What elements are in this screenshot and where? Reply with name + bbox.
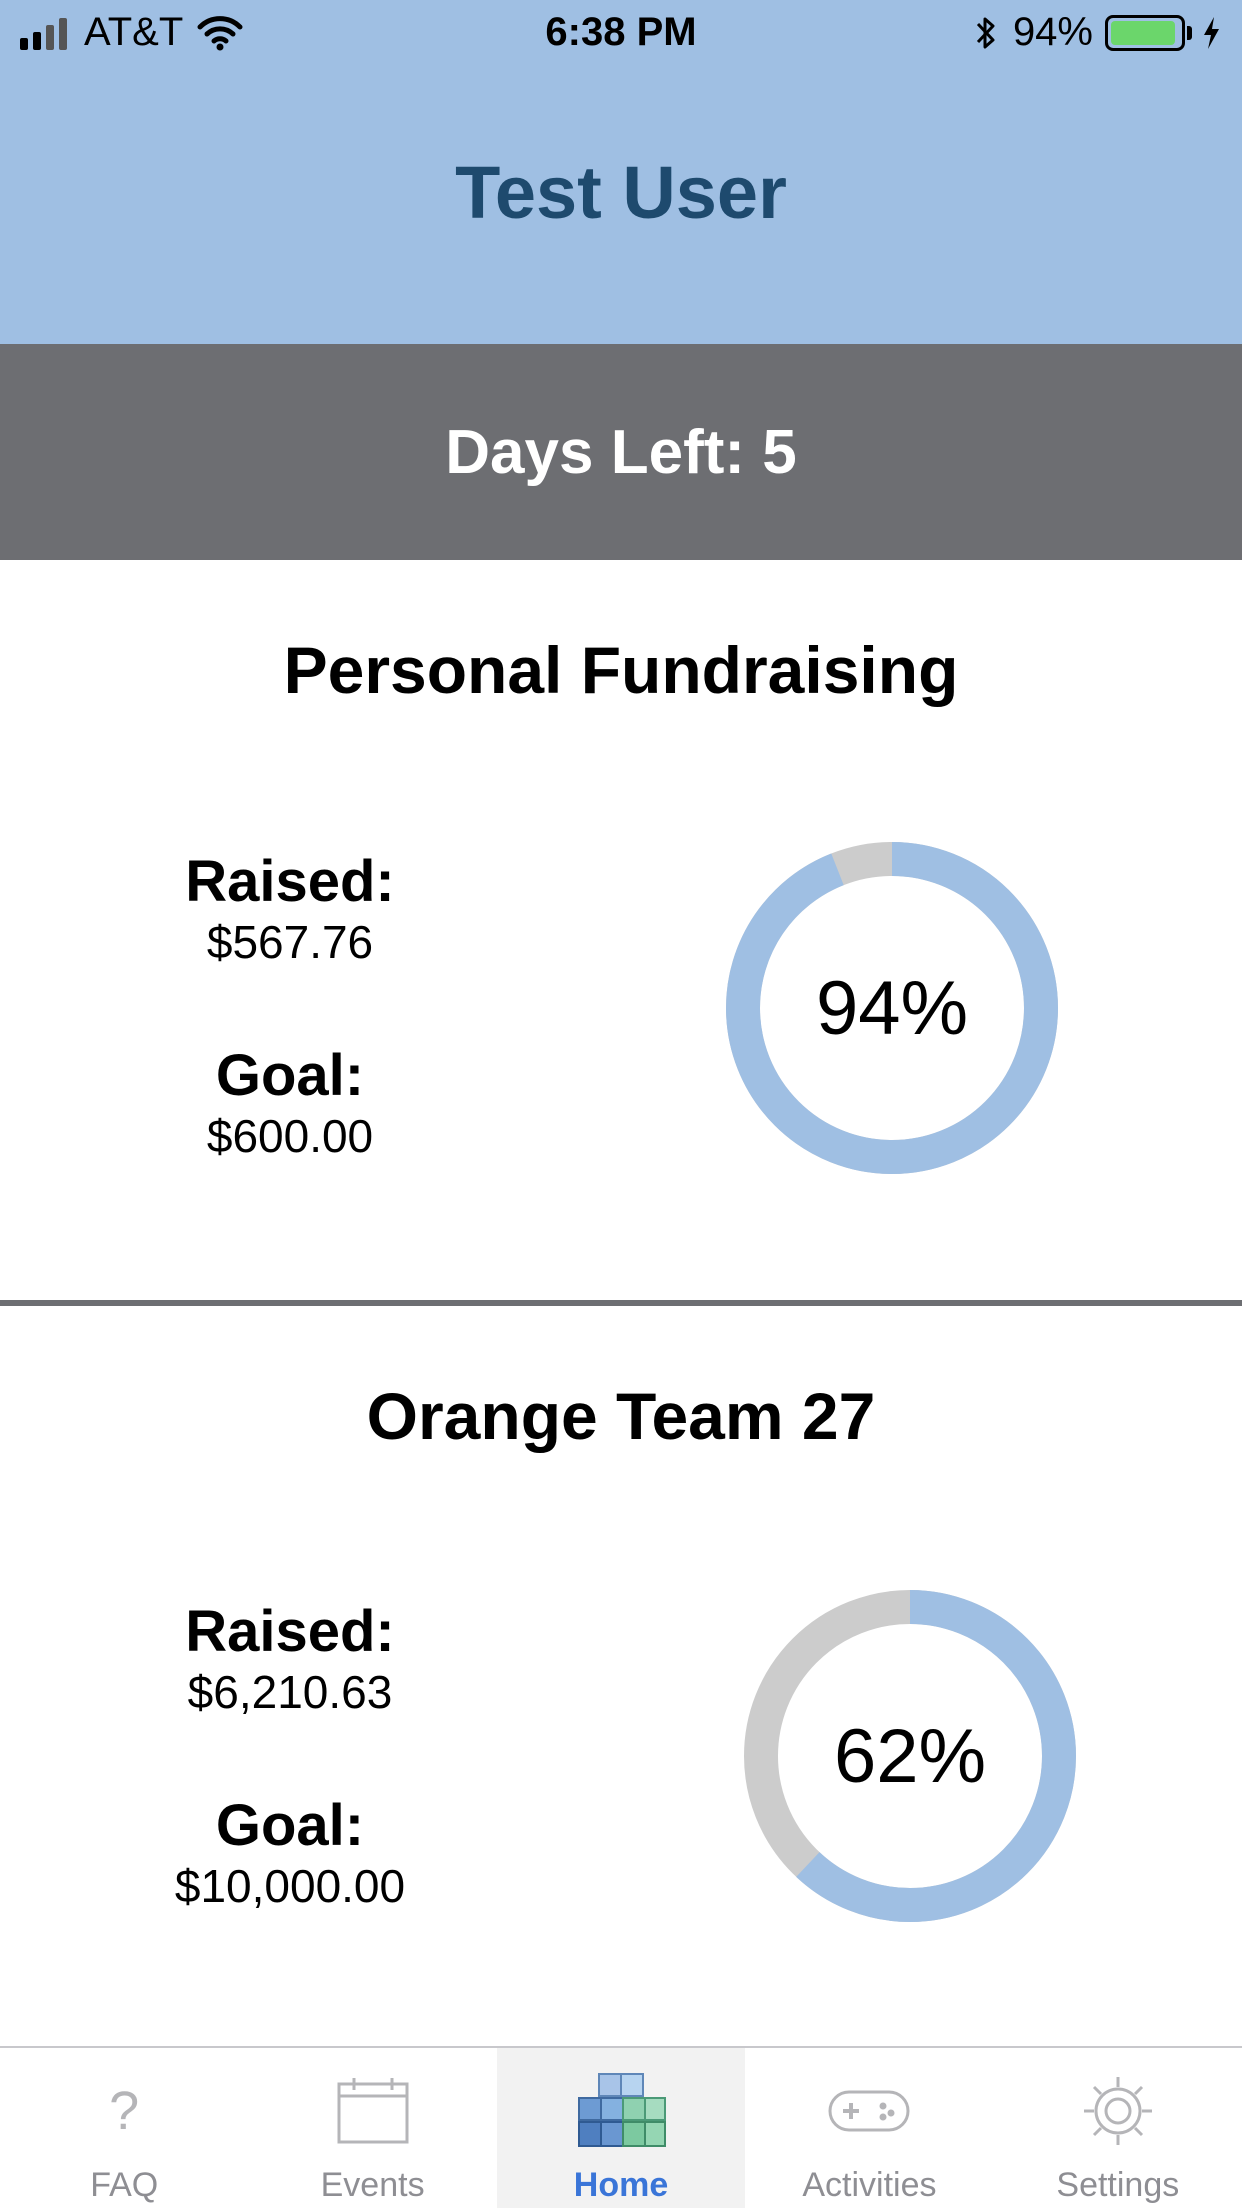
- team-fundraising-section: Orange Team 27 Raised: $6,210.63 Goal: $…: [0, 1306, 1242, 2046]
- status-bar: AT&T 6:38 PM 94%: [0, 0, 1242, 66]
- raised-label: Raised:: [185, 849, 395, 914]
- goal-value: $600.00: [206, 1110, 374, 1162]
- personal-percent: 94%: [815, 965, 969, 1051]
- raised-label: Raised:: [185, 1599, 395, 1664]
- tab-label: Activities: [802, 2166, 937, 2204]
- personal-goal: Goal: $600.00: [90, 1044, 490, 1164]
- goal-value: $10,000.00: [174, 1860, 406, 1912]
- tab-label: Events: [320, 2166, 425, 2204]
- blocks-icon: [497, 2066, 745, 2156]
- team-percent: 62%: [833, 1713, 987, 1799]
- charging-bolt-icon: [1204, 16, 1219, 49]
- tab-label: Home: [573, 2166, 669, 2204]
- tab-activities[interactable]: Activities: [745, 2048, 993, 2208]
- battery-percent: 94%: [1012, 10, 1093, 54]
- section-title-team: Orange Team 27: [366, 1379, 876, 1453]
- section-title-personal: Personal Fundraising: [283, 633, 959, 707]
- tab-bar: ? FAQ Events Home Activities Settings: [0, 2046, 1242, 2208]
- tab-home[interactable]: Home: [496, 2048, 746, 2208]
- tab-settings[interactable]: Settings: [994, 2048, 1242, 2208]
- personal-progress-ring: 94%: [726, 842, 1058, 1174]
- app-header: AT&T 6:38 PM 94% Test User: [0, 0, 1242, 344]
- gamepad-icon: [745, 2066, 993, 2156]
- tab-label: FAQ: [90, 2166, 159, 2204]
- team-progress-ring: 62%: [744, 1590, 1076, 1922]
- team-raised: Raised: $6,210.63: [90, 1600, 490, 1720]
- days-left-text: Days Left: 5: [445, 417, 797, 487]
- raised-value: $6,210.63: [187, 1666, 393, 1718]
- battery-tip: [1187, 25, 1192, 40]
- goal-label: Goal:: [215, 1043, 365, 1108]
- personal-raised: Raised: $567.76: [90, 850, 490, 970]
- tab-events[interactable]: Events: [248, 2048, 496, 2208]
- tab-faq[interactable]: ? FAQ: [0, 2048, 248, 2208]
- battery-level: [1111, 20, 1175, 45]
- days-left-banner: Days Left: 5: [0, 344, 1242, 560]
- status-right: 94%: [973, 10, 1222, 55]
- personal-fundraising-section: Personal Fundraising Raised: $567.76 Goa…: [0, 560, 1242, 1300]
- gear-icon: [994, 2066, 1242, 2156]
- team-goal: Goal: $10,000.00: [90, 1794, 490, 1914]
- bluetooth-icon: [976, 17, 995, 48]
- question-icon: ?: [109, 2081, 140, 2141]
- calendar-icon: [248, 2066, 496, 2156]
- page-title: Test User: [455, 151, 787, 234]
- raised-value: $567.76: [206, 916, 374, 968]
- battery-icon: [1105, 14, 1185, 51]
- goal-label: Goal:: [215, 1793, 365, 1858]
- tab-label: Settings: [1056, 2166, 1180, 2204]
